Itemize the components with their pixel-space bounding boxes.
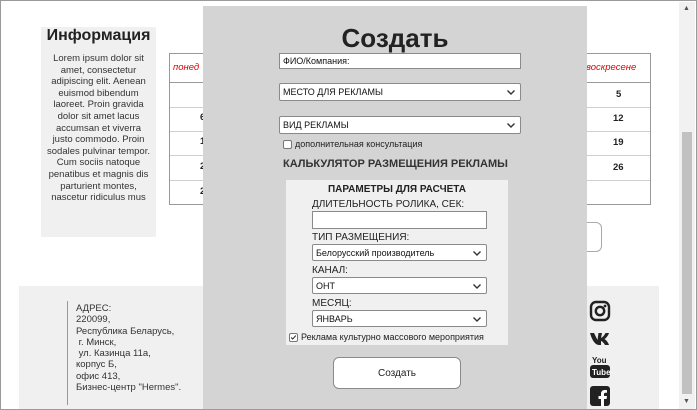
month-label: МЕСЯЦ: <box>312 298 352 309</box>
browser-viewport: Информация Lorem ipsum dolor sit amet, c… <box>0 0 697 410</box>
info-title: Информация <box>46 27 151 44</box>
month-select[interactable]: ЯНВАРЬ <box>312 310 487 327</box>
duration-label: ДЛИТЕЛЬНОСТЬ РОЛИКА, СЕК: <box>312 199 465 210</box>
name-company-value: ФИО/Компания: <box>283 56 350 66</box>
channel-select[interactable]: ОНТ <box>312 277 487 294</box>
scroll-down-icon[interactable]: ▼ <box>683 398 690 405</box>
scrollbar-thumb[interactable] <box>682 132 692 394</box>
chevron-down-icon <box>473 250 481 256</box>
placement-value: Белорусский производитель <box>316 247 435 258</box>
calendar-cell[interactable]: 26 <box>613 162 624 173</box>
duration-input[interactable] <box>312 211 487 229</box>
ad-place-select[interactable]: МЕСТО ДЛЯ РЕКЛАМЫ <box>279 83 521 101</box>
svg-text:Tube: Tube <box>592 368 611 377</box>
calendar-header-monday: понед <box>173 62 200 73</box>
youtube-icon[interactable]: You Tube <box>589 354 611 380</box>
info-text: Lorem ipsum dolor sit amet, consectetur … <box>47 53 150 204</box>
month-value: ЯНВАРЬ <box>316 313 353 324</box>
svg-text:You: You <box>592 356 607 365</box>
checkmark-icon <box>290 335 297 340</box>
calculation-params-panel: ПАРАМЕТРЫ ДЛЯ РАСЧЕТА ДЛИТЕЛЬНОСТЬ РОЛИК… <box>286 180 508 345</box>
ad-type-select[interactable]: ВИД РЕКЛАМЫ <box>279 116 521 134</box>
scroll-up-icon[interactable]: ▲ <box>683 5 690 12</box>
chevron-down-icon <box>507 123 515 128</box>
calendar-cell[interactable]: 12 <box>613 113 624 124</box>
footer-divider <box>67 301 68 405</box>
name-company-field[interactable]: ФИО/Компания: <box>279 53 521 69</box>
chevron-down-icon <box>473 283 481 289</box>
consultation-label: дополнительная консультация <box>295 139 423 149</box>
instagram-icon[interactable] <box>589 300 611 322</box>
background-button[interactable] <box>587 222 602 252</box>
channel-label: КАНАЛ: <box>312 265 348 276</box>
placement-select[interactable]: Белорусский производитель <box>312 244 487 261</box>
page-scrollbar[interactable]: ▲ ▼ <box>679 2 695 409</box>
calendar-cell[interactable]: 19 <box>613 137 624 148</box>
consultation-checkbox[interactable] <box>283 140 292 149</box>
calendar-header-sunday: воскресене <box>586 62 637 73</box>
ad-type-value: ВИД РЕКЛАМЫ <box>283 120 349 130</box>
modal-title: Создать <box>341 23 449 53</box>
ad-place-value: МЕСТО ДЛЯ РЕКЛАМЫ <box>283 87 383 97</box>
placement-label: ТИП РАЗМЕЩЕНИЯ: <box>312 232 410 243</box>
facebook-icon[interactable] <box>589 385 611 407</box>
chevron-down-icon <box>473 316 481 322</box>
calculator-title: КАЛЬКУЛЯТОР РАЗМЕЩЕНИЯ РЕКЛАМЫ <box>283 158 508 170</box>
footer-address: АДРЕС: 220099, Республика Беларусь, г. М… <box>76 303 182 394</box>
culture-event-checkbox[interactable] <box>289 333 298 342</box>
params-title: ПАРАМЕТРЫ ДЛЯ РАСЧЕТА <box>327 184 466 195</box>
vk-icon[interactable] <box>589 328 611 350</box>
create-submit-button[interactable]: Создать <box>333 357 461 389</box>
create-modal: Создать ФИО/Компания: МЕСТО ДЛЯ РЕКЛАМЫ … <box>203 6 587 409</box>
info-panel: Информация Lorem ipsum dolor sit amet, c… <box>41 27 156 237</box>
chevron-down-icon <box>507 90 515 95</box>
culture-event-label: Реклама культурно массового мероприятия <box>301 332 484 342</box>
channel-value: ОНТ <box>316 280 335 291</box>
calendar-cell[interactable]: 5 <box>616 89 621 100</box>
